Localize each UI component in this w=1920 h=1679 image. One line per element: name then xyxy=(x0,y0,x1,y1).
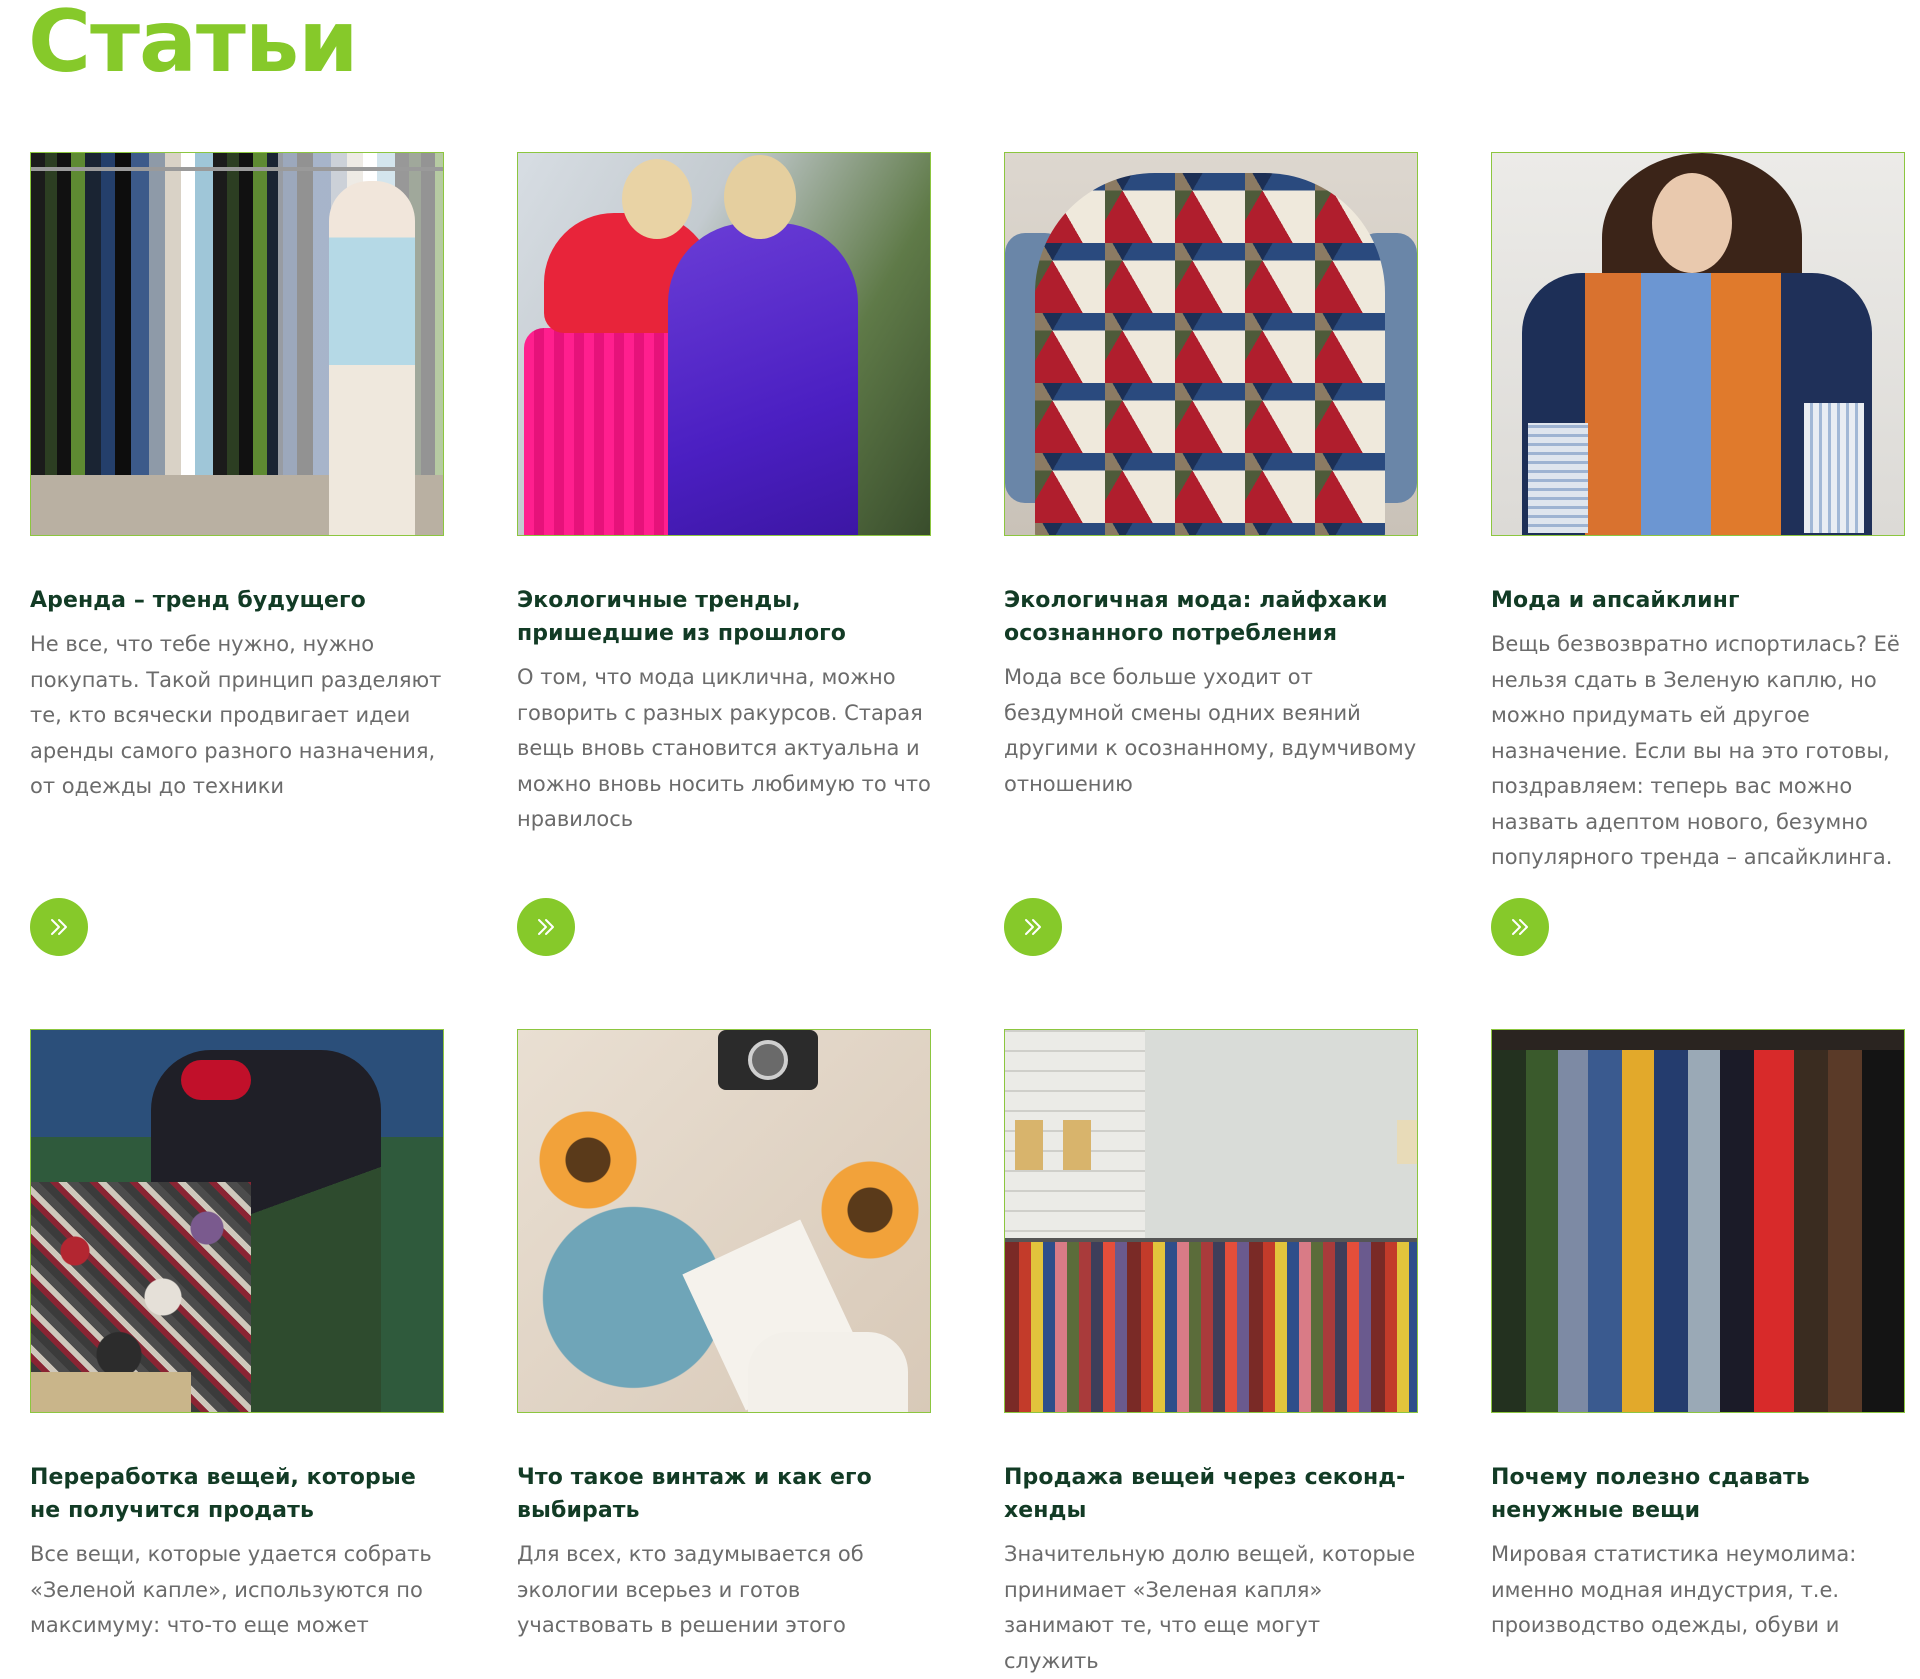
article-excerpt: Все вещи, которые удается собрать «Зелен… xyxy=(30,1542,432,1637)
page-title: Статьи xyxy=(28,0,358,92)
article-excerpt: Мода все больше уходит от бездумной смен… xyxy=(1004,665,1417,796)
article-image[interactable] xyxy=(1491,1029,1905,1413)
article-image[interactable] xyxy=(30,1029,444,1413)
article-title[interactable]: Аренда – тренд будущего xyxy=(30,584,444,617)
article-card: Мода и апсайклинг Вещь безвозвратно испо… xyxy=(1491,152,1905,1029)
article-excerpt: Значительную долю вещей, которые принима… xyxy=(1004,1542,1416,1673)
article-title[interactable]: Мода и апсайклинг xyxy=(1491,584,1905,617)
article-card: Что такое винтаж и как его выбирать Для … xyxy=(517,1029,931,1637)
article-title[interactable]: Почему полезно сдавать ненужные вещи xyxy=(1491,1461,1905,1527)
article-excerpt: О том, что мода циклична, можно говорить… xyxy=(517,665,931,831)
read-more-button[interactable] xyxy=(1004,898,1062,956)
article-title[interactable]: Экологичные тренды, пришедшие из прошлог… xyxy=(517,584,931,650)
article-title[interactable]: Экологичная мода: лайфхаки осознанного п… xyxy=(1004,584,1418,650)
article-image[interactable] xyxy=(1004,1029,1418,1413)
article-card: Почему полезно сдавать ненужные вещи Мир… xyxy=(1491,1029,1905,1637)
article-card: Продажа вещей через секонд-хенды Значите… xyxy=(1004,1029,1418,1673)
read-more-button[interactable] xyxy=(517,898,575,956)
double-chevron-right-icon xyxy=(51,919,67,935)
article-excerpt: Вещь безвозвратно испортилась? Её нельзя… xyxy=(1491,632,1900,869)
read-more-button[interactable] xyxy=(1491,898,1549,956)
article-title[interactable]: Переработка вещей, которые не получится … xyxy=(30,1461,444,1527)
article-card: Экологичные тренды, пришедшие из прошлог… xyxy=(517,152,931,1029)
article-image[interactable] xyxy=(1004,152,1418,536)
article-card: Экологичная мода: лайфхаки осознанного п… xyxy=(1004,152,1418,1029)
article-card: Переработка вещей, которые не получится … xyxy=(30,1029,444,1637)
article-image[interactable] xyxy=(1491,152,1905,536)
double-chevron-right-icon xyxy=(1025,919,1041,935)
article-image[interactable] xyxy=(517,1029,931,1413)
article-excerpt: Не все, что тебе нужно, нужно покупать. … xyxy=(30,632,442,798)
article-image[interactable] xyxy=(517,152,931,536)
article-image[interactable] xyxy=(30,152,444,536)
article-excerpt: Для всех, кто задумывается об экологии в… xyxy=(517,1542,864,1637)
double-chevron-right-icon xyxy=(538,919,554,935)
double-chevron-right-icon xyxy=(1512,919,1528,935)
article-card: Аренда – тренд будущего Не все, что тебе… xyxy=(30,152,444,1029)
read-more-button[interactable] xyxy=(30,898,88,956)
article-title[interactable]: Что такое винтаж и как его выбирать xyxy=(517,1461,931,1527)
articles-grid: Аренда – тренд будущего Не все, что тебе… xyxy=(30,152,1905,1673)
article-title[interactable]: Продажа вещей через секонд-хенды xyxy=(1004,1461,1418,1527)
article-excerpt: Мировая статистика неумолима: именно мод… xyxy=(1491,1542,1857,1637)
